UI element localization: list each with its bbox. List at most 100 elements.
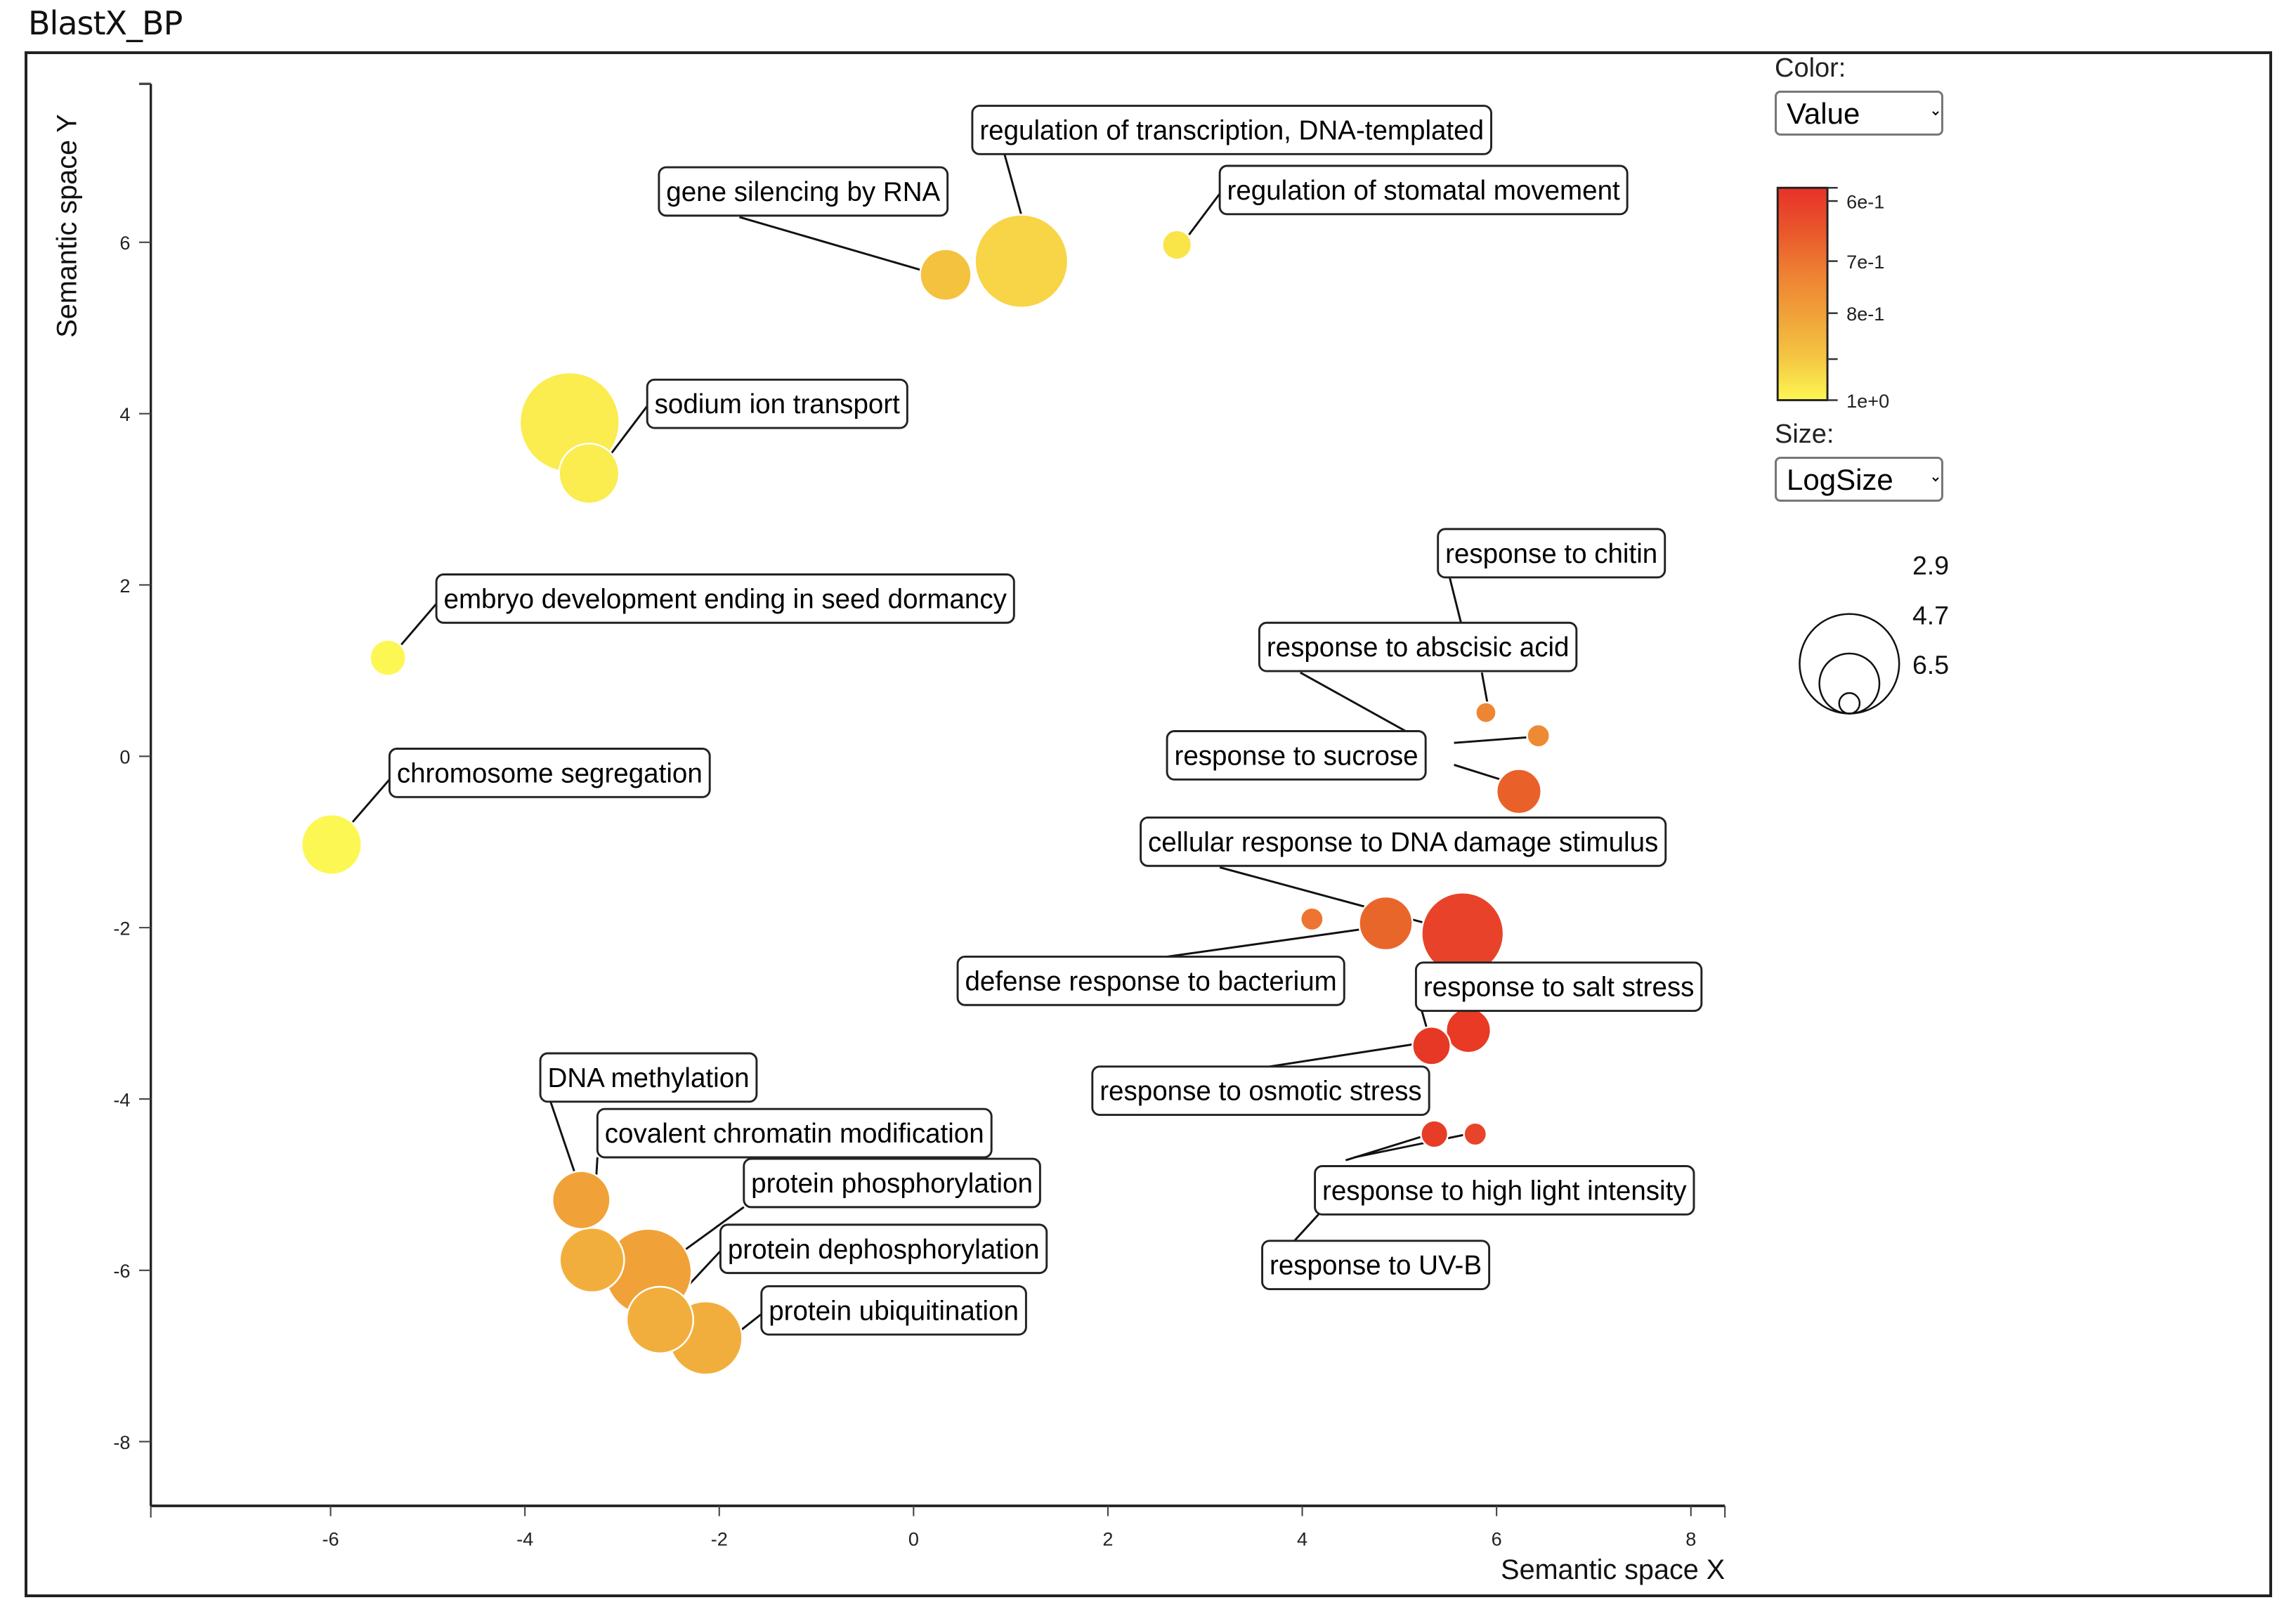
term-label: response to salt stress (1414, 961, 1703, 1013)
x-tick-label: 0 (908, 1528, 919, 1549)
term-label: embryo development ending in seed dorman… (435, 573, 1015, 624)
term-label-text: response to UV-B (1270, 1251, 1482, 1281)
x-tick-label: -2 (711, 1528, 728, 1549)
y-tick-label: -4 (113, 1088, 130, 1110)
term-label-text: defense response to bacterium (965, 966, 1336, 996)
bubble-point (1161, 229, 1193, 261)
term-label: response to sucrose (1166, 730, 1427, 781)
leader-line (400, 603, 438, 646)
size-legend-label: 2.9 (1912, 550, 1949, 580)
term-label-text: regulation of transcription, DNA-templat… (979, 115, 1484, 145)
x-tick-label: 6 (1492, 1528, 1502, 1549)
term-label: regulation of stomatal movement (1218, 164, 1629, 216)
term-label-text: response to sucrose (1175, 741, 1418, 771)
leader-line (351, 779, 391, 824)
size-legend-circle (1799, 613, 1900, 715)
term-label: response to abscisic acid (1258, 621, 1578, 672)
bubble-point (558, 443, 620, 505)
bubble-point (974, 214, 1069, 309)
size-legend-label: 6.5 (1912, 650, 1949, 680)
term-label: chromosome segregation (388, 748, 711, 798)
chart-page: BlastX_BP -6 -4 -2 0 2 4 6 8 6 4 2 0 -2 -4 -6 -8 Semanti… (0, 0, 2296, 1619)
leader-line (1354, 1133, 1469, 1159)
leader-line (1454, 736, 1532, 744)
x-axis-title: Semantic space X (1501, 1554, 1725, 1585)
term-label-text: sodium ion transport (655, 389, 901, 420)
y-tick-label: 2 (119, 575, 130, 597)
bubble-point (1358, 895, 1414, 951)
term-label-text: covalent chromatin modification (605, 1119, 984, 1149)
y-tick-label: 6 (119, 232, 130, 254)
term-label: protein phosphorylation (743, 1157, 1041, 1209)
term-label: covalent chromatin modification (596, 1107, 993, 1159)
bubble-point (1445, 1007, 1492, 1054)
color-scale-tick-label: 1e+0 (1846, 390, 1889, 412)
bubble-point (1420, 1119, 1449, 1149)
term-label: defense response to bacterium (956, 956, 1345, 1006)
term-label: gene silencing by RNA (658, 166, 949, 217)
color-scale-tick-label: 6e-1 (1846, 190, 1884, 212)
term-label: protein ubiquitination (760, 1285, 1027, 1336)
term-label: response to chitin (1437, 528, 1666, 579)
term-label-text: cellular response to DNA damage stimulus (1148, 827, 1658, 857)
term-label: cellular response to DNA damage stimulus (1140, 817, 1667, 867)
term-label-text: response to high light intensity (1322, 1176, 1687, 1206)
term-label: protein dephosphorylation (719, 1223, 1048, 1275)
bubble-point (1475, 701, 1497, 724)
y-tick-label: -6 (113, 1260, 130, 1282)
leader-line (1480, 672, 1489, 706)
y-tick-label: -8 (113, 1431, 130, 1453)
leader-line (739, 216, 926, 273)
leader-line (1300, 671, 1407, 732)
term-label-text: DNA methylation (547, 1063, 749, 1093)
y-axis-title: Semantic space Y (51, 114, 82, 337)
bubble-chart: -6 -4 -2 0 2 4 6 8 6 4 2 0 -2 -4 -6 -8 Semantic space X S… (51, 82, 1949, 1585)
bubble-point (625, 1285, 695, 1355)
term-label: sodium ion transport (646, 378, 908, 429)
bubble-point (1411, 1026, 1452, 1066)
term-label: regulation of transcription, DNA-templat… (971, 105, 1492, 155)
size-legend-circle (1818, 652, 1881, 715)
term-label-text: protein phosphorylation (751, 1169, 1033, 1199)
leader-line (1003, 153, 1025, 223)
term-label: DNA methylation (539, 1052, 758, 1103)
term-label-text: response to salt stress (1423, 973, 1695, 1003)
bubble-point (300, 813, 363, 876)
term-label-text: chromosome segregation (397, 758, 703, 788)
size-legend-circle (1838, 692, 1861, 715)
leader-line (1454, 764, 1506, 782)
x-tick-label: -4 (516, 1528, 533, 1549)
legends: 6e-1 7e-1 8e-1 1e+0 2.9 4.7 6.5 (1776, 186, 1949, 715)
y-tick-label: -2 (113, 918, 130, 939)
term-label: response to UV-B (1261, 1240, 1491, 1291)
y-tick-label: 4 (119, 403, 130, 425)
term-label-text: response to osmotic stress (1100, 1077, 1421, 1107)
x-tick-label: 8 (1685, 1528, 1696, 1549)
term-label-text: regulation of stomatal movement (1227, 176, 1621, 206)
color-select[interactable]: Value (1775, 91, 1943, 136)
leader-line (1448, 577, 1463, 625)
color-scale-tick-label: 8e-1 (1846, 303, 1884, 325)
term-label-text: embryo development ending in seed dorman… (444, 584, 1007, 614)
color-scale-tick-label: 7e-1 (1846, 251, 1884, 273)
term-label-text: protein dephosphorylation (728, 1235, 1040, 1265)
bubble-point (551, 1170, 611, 1230)
x-tick-label: 4 (1297, 1528, 1307, 1549)
term-label: response to osmotic stress (1091, 1065, 1430, 1117)
term-label-text: gene silencing by RNA (666, 177, 940, 207)
size-select[interactable]: LogSize (1775, 457, 1943, 502)
term-label: response to high light intensity (1314, 1165, 1695, 1216)
color-scale-bar (1776, 186, 1829, 401)
size-control-label: Size: (1775, 420, 1834, 449)
size-legend-label: 4.7 (1912, 600, 1949, 630)
bubble-point (1495, 768, 1543, 815)
y-tick-label: 0 (119, 746, 130, 768)
term-label-text: response to abscisic acid (1267, 632, 1570, 663)
term-label-text: response to chitin (1445, 539, 1657, 569)
x-tick-label: 2 (1102, 1528, 1113, 1549)
leader-line (549, 1101, 577, 1176)
bubble-point (1463, 1121, 1488, 1147)
term-label-text: protein ubiquitination (769, 1296, 1019, 1326)
leader-line (1166, 928, 1365, 958)
bubble-point (1299, 906, 1324, 932)
